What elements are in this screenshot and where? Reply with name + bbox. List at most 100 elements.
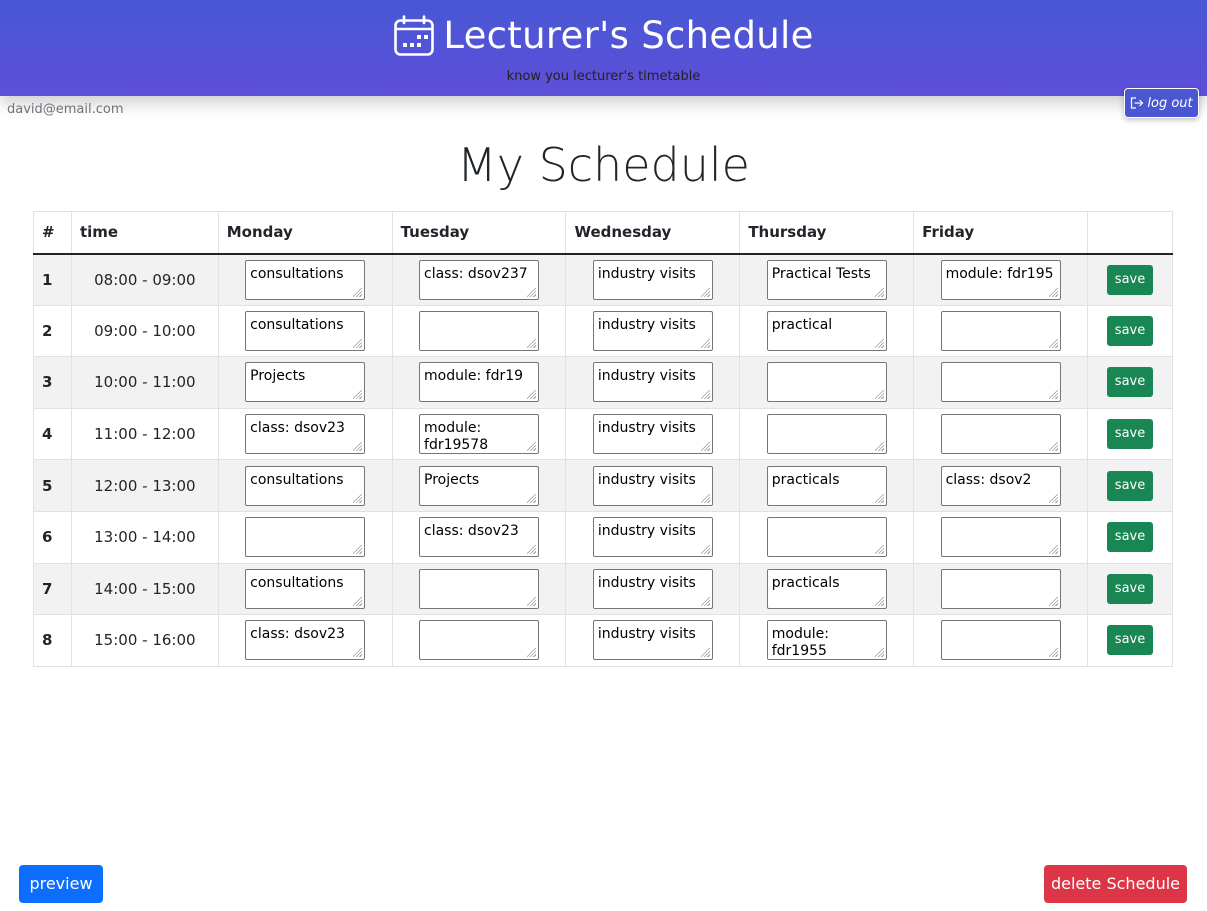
resize-handle-icon[interactable]: [527, 545, 537, 555]
save-button[interactable]: save: [1107, 367, 1154, 398]
tuesday-textarea[interactable]: module: fdr19578: [419, 414, 540, 455]
resize-handle-icon[interactable]: [1048, 648, 1058, 658]
thursday-textarea[interactable]: practicals: [766, 465, 887, 506]
monday-textarea[interactable]: consultations: [245, 310, 366, 351]
resize-handle-icon[interactable]: [700, 338, 710, 348]
tuesday-textarea[interactable]: class: dsov237: [419, 259, 540, 300]
resize-handle-icon[interactable]: [527, 493, 537, 503]
resize-handle-icon[interactable]: [1048, 545, 1058, 555]
resize-handle-icon[interactable]: [1048, 596, 1058, 606]
tuesday-textarea[interactable]: class: dsov23: [419, 517, 540, 558]
tuesday-textarea[interactable]: module: fdr19: [419, 362, 540, 403]
save-button[interactable]: save: [1107, 470, 1154, 501]
save-button[interactable]: save: [1107, 522, 1154, 553]
monday-textarea[interactable]: consultations: [245, 259, 366, 300]
save-button[interactable]: save: [1107, 625, 1154, 656]
resize-handle-icon[interactable]: [874, 596, 884, 606]
wednesday-textarea[interactable]: industry visits: [592, 620, 713, 661]
tuesday-textarea[interactable]: [419, 568, 540, 609]
logout-icon: [1131, 97, 1144, 109]
monday-textarea[interactable]: [245, 517, 366, 558]
table-header-row: # time Monday Tuesday Wednesday Thursday…: [33, 211, 1173, 255]
tuesday-textarea[interactable]: [419, 310, 540, 351]
resize-handle-icon[interactable]: [874, 287, 884, 297]
resize-handle-icon[interactable]: [1048, 287, 1058, 297]
cell-monday: Projects: [217, 356, 393, 409]
resize-handle-icon[interactable]: [874, 442, 884, 452]
thursday-textarea[interactable]: practical: [766, 310, 887, 351]
resize-handle-icon[interactable]: [1048, 442, 1058, 452]
save-button[interactable]: save: [1107, 573, 1154, 604]
monday-textarea[interactable]: consultations: [245, 465, 366, 506]
thursday-textarea[interactable]: [766, 362, 887, 403]
resize-handle-icon[interactable]: [700, 545, 710, 555]
monday-textarea[interactable]: consultations: [245, 568, 366, 609]
row-number: 3: [33, 356, 72, 409]
tuesday-textarea[interactable]: [419, 620, 540, 661]
friday-textarea[interactable]: class: dsov2: [940, 465, 1061, 506]
resize-handle-icon[interactable]: [527, 442, 537, 452]
resize-handle-icon[interactable]: [700, 493, 710, 503]
friday-textarea[interactable]: [940, 568, 1061, 609]
resize-handle-icon[interactable]: [700, 442, 710, 452]
resize-handle-icon[interactable]: [353, 545, 363, 555]
delete-schedule-button[interactable]: delete Schedule: [1044, 865, 1187, 903]
friday-textarea[interactable]: [940, 310, 1061, 351]
resize-handle-icon[interactable]: [527, 648, 537, 658]
resize-handle-icon[interactable]: [874, 648, 884, 658]
resize-handle-icon[interactable]: [700, 287, 710, 297]
save-button[interactable]: save: [1107, 315, 1154, 346]
friday-textarea[interactable]: [940, 362, 1061, 403]
resize-handle-icon[interactable]: [874, 390, 884, 400]
wednesday-textarea[interactable]: industry visits: [592, 414, 713, 455]
column-header-tuesday: Tuesday: [391, 211, 567, 255]
monday-textarea[interactable]: class: dsov23: [245, 414, 366, 455]
wednesday-textarea[interactable]: industry visits: [592, 362, 713, 403]
resize-handle-icon[interactable]: [700, 596, 710, 606]
resize-handle-icon[interactable]: [353, 442, 363, 452]
thursday-textarea[interactable]: [766, 517, 887, 558]
resize-handle-icon[interactable]: [874, 338, 884, 348]
calendar-icon: [394, 14, 435, 56]
monday-textarea[interactable]: class: dsov23: [245, 620, 366, 661]
resize-handle-icon[interactable]: [874, 493, 884, 503]
resize-handle-icon[interactable]: [353, 390, 363, 400]
friday-textarea[interactable]: [940, 414, 1061, 455]
resize-handle-icon[interactable]: [700, 648, 710, 658]
thursday-textarea[interactable]: Practical Tests: [766, 259, 887, 300]
resize-handle-icon[interactable]: [353, 493, 363, 503]
resize-handle-icon[interactable]: [1048, 390, 1058, 400]
textarea-value: industry visits: [597, 626, 696, 643]
cell-wednesday: industry visits: [565, 459, 741, 512]
thursday-textarea[interactable]: practicals: [766, 568, 887, 609]
wednesday-textarea[interactable]: industry visits: [592, 465, 713, 506]
resize-handle-icon[interactable]: [353, 648, 363, 658]
tuesday-textarea[interactable]: Projects: [419, 465, 540, 506]
save-button[interactable]: save: [1107, 264, 1154, 295]
resize-handle-icon[interactable]: [353, 338, 363, 348]
resize-handle-icon[interactable]: [527, 338, 537, 348]
save-button[interactable]: save: [1107, 419, 1154, 450]
resize-handle-icon[interactable]: [700, 390, 710, 400]
resize-handle-icon[interactable]: [1048, 493, 1058, 503]
thursday-textarea[interactable]: module: fdr1955: [766, 620, 887, 661]
resize-handle-icon[interactable]: [527, 287, 537, 297]
resize-handle-icon[interactable]: [527, 596, 537, 606]
textarea-value: Projects: [424, 471, 480, 488]
wednesday-textarea[interactable]: industry visits: [592, 310, 713, 351]
logout-button[interactable]: log out: [1124, 88, 1199, 118]
monday-textarea[interactable]: Projects: [245, 362, 366, 403]
resize-handle-icon[interactable]: [353, 287, 363, 297]
resize-handle-icon[interactable]: [874, 545, 884, 555]
resize-handle-icon[interactable]: [353, 596, 363, 606]
friday-textarea[interactable]: [940, 517, 1061, 558]
preview-button[interactable]: preview: [19, 865, 103, 903]
resize-handle-icon[interactable]: [527, 390, 537, 400]
wednesday-textarea[interactable]: industry visits: [592, 259, 713, 300]
wednesday-textarea[interactable]: industry visits: [592, 517, 713, 558]
friday-textarea[interactable]: module: fdr195: [940, 259, 1061, 300]
resize-handle-icon[interactable]: [1048, 338, 1058, 348]
thursday-textarea[interactable]: [766, 414, 887, 455]
wednesday-textarea[interactable]: industry visits: [592, 568, 713, 609]
friday-textarea[interactable]: [940, 620, 1061, 661]
